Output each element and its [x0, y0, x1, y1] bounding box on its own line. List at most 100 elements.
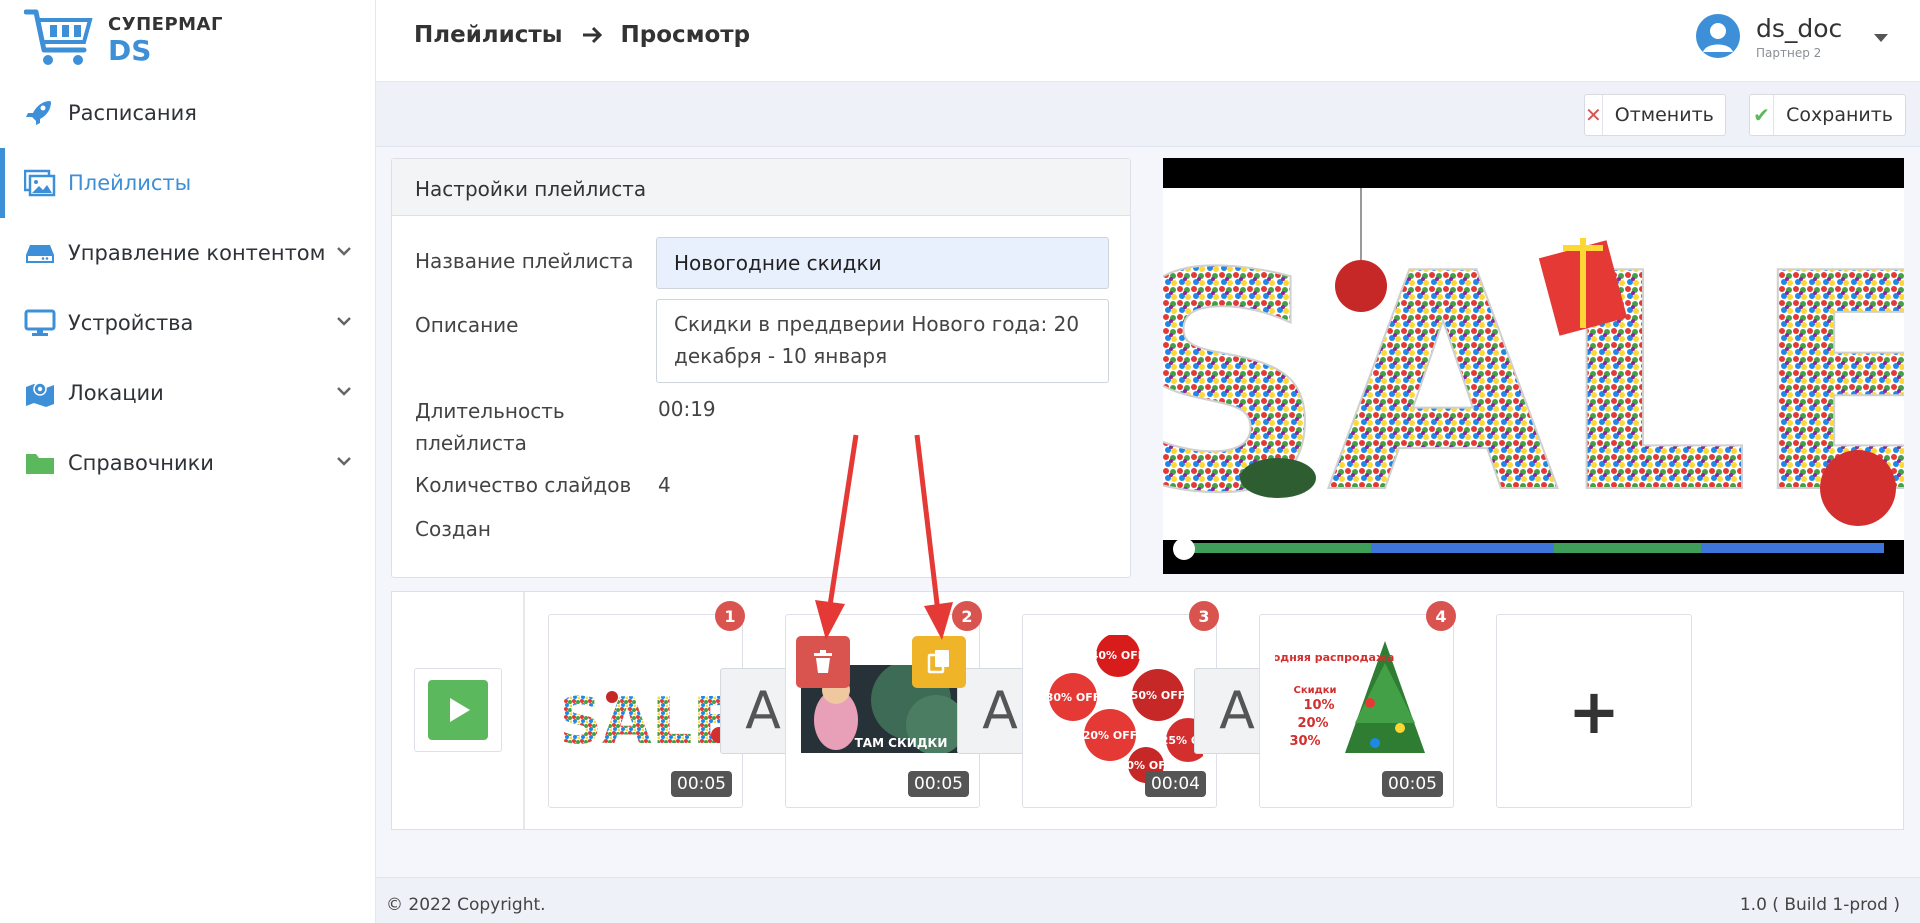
sidebar-item-locations[interactable]: Локации: [0, 358, 376, 428]
play-button[interactable]: [414, 668, 502, 752]
slide-number-badge: 3: [1189, 601, 1219, 631]
cart-logo-icon: [24, 9, 93, 65]
monitor-icon: [24, 309, 56, 336]
folder-icon: [26, 454, 54, 474]
slide-duration: 00:05: [671, 771, 732, 797]
slide-number-badge: 1: [715, 601, 745, 631]
slides-strip: SALE 1 00:05 A ТАМ СКИДКИ 2 00:05 A 40% …: [391, 591, 1904, 830]
sidebar-item-content-management[interactable]: Управление контентом: [0, 218, 376, 288]
timeline-segment: [1700, 543, 1885, 553]
arrow-right-icon: [582, 26, 602, 44]
svg-text:40% OFF: 40% OFF: [1091, 649, 1146, 662]
slide-preview-player[interactable]: SALE: [1163, 158, 1904, 574]
slide-4-discount-1: 10%: [1303, 698, 1334, 713]
slide-card[interactable]: Новогодняя распродажа Скидки 10% 20% 30%…: [1259, 601, 1456, 808]
sidebar-item-label: Управление контентом: [68, 241, 326, 265]
panel-title: Настройки плейлиста: [392, 159, 1130, 216]
map-icon: [26, 382, 54, 407]
name-label: Название плейлиста: [415, 249, 634, 273]
caret-down-icon[interactable]: [1874, 34, 1888, 42]
slide-card[interactable]: SALE 1 00:05: [548, 601, 745, 808]
slide-duration: 00:05: [908, 771, 969, 797]
duration-label-line1: Длительность: [415, 399, 565, 423]
breadcrumb: Плейлисты Просмотр: [414, 22, 750, 48]
playlist-settings-panel: Настройки плейлиста Название плейлиста Н…: [391, 158, 1131, 578]
copy-slide-button[interactable]: [912, 636, 966, 688]
breadcrumb-view: Просмотр: [620, 22, 751, 48]
footer: © 2022 Copyright. 1.0 ( Build 1-prod ): [376, 877, 1920, 923]
user-role: Партнер 2: [1756, 46, 1822, 60]
slide-4-title: Новогодняя распродажа: [1275, 651, 1394, 664]
top-header: Плейлисты Просмотр ds_doc Партнер 2: [376, 0, 1920, 82]
slide-4-discount-2: 20%: [1297, 716, 1328, 731]
slide-4-subtitle: Скидки: [1293, 685, 1336, 696]
duration-value: 00:19: [658, 397, 716, 421]
user-name: ds_doc: [1756, 14, 1843, 43]
created-label: Создан: [415, 517, 491, 541]
breadcrumb-playlists[interactable]: Плейлисты: [414, 22, 563, 48]
svg-text:30% OFF: 30% OFF: [1046, 691, 1101, 704]
slides-count-value: 4: [658, 473, 671, 497]
sidebar-item-label: Справочники: [68, 451, 214, 475]
sidebar-item-label: Локации: [68, 381, 164, 405]
avatar: [1696, 14, 1740, 58]
add-slide-button[interactable]: +: [1496, 614, 1692, 808]
version-text: 1.0 ( Build 1-prod ): [1739, 895, 1900, 915]
action-toolbar: ✕ Отменить ✔ Сохранить: [376, 82, 1920, 147]
rocket-icon: [26, 101, 51, 125]
user-menu[interactable]: ds_doc Партнер 2: [1696, 12, 1896, 68]
chevron-down-icon: [337, 317, 351, 326]
sidebar-item-schedules[interactable]: Расписания: [0, 78, 376, 148]
strip-divider: [523, 592, 525, 829]
sidebar-item-playlists[interactable]: Плейлисты: [0, 148, 376, 218]
save-label: Сохранить: [1786, 104, 1893, 126]
slide-card[interactable]: 40% OFF 30% OFF 50% OFF 20% OFF 25% OFF …: [1022, 601, 1219, 808]
cancel-button[interactable]: ✕ Отменить: [1584, 94, 1726, 136]
copy-icon: [927, 650, 949, 674]
close-icon: ✕: [1585, 95, 1603, 135]
sidebar-item-label: Расписания: [68, 101, 197, 125]
cancel-label: Отменить: [1614, 104, 1714, 126]
delete-slide-button[interactable]: [796, 636, 850, 688]
user-icon: [1703, 23, 1733, 52]
slide-thumbnail: 40% OFF 30% OFF 50% OFF 20% OFF 25% OFF …: [1038, 635, 1203, 785]
sidebar: СУПЕРМАГ DS Расписания Плейлисты Управле…: [0, 0, 376, 923]
description-label: Описание: [415, 313, 519, 337]
play-icon: [428, 680, 488, 740]
timeline-segment: [1370, 543, 1555, 553]
slide-duration: 00:05: [1382, 771, 1443, 797]
slide-1-preview-text: SALE: [564, 685, 729, 759]
sale-preview-graphic: SALE: [1163, 188, 1904, 560]
sidebar-item-label: Плейлисты: [68, 171, 192, 195]
chevron-down-icon: [337, 387, 351, 396]
chevron-down-icon: [337, 457, 351, 466]
sidebar-item-label: Устройства: [68, 311, 194, 335]
sidebar-item-references[interactable]: Справочники: [0, 428, 376, 498]
sidebar-item-devices[interactable]: Устройства: [0, 288, 376, 358]
slide-number-badge: 4: [1426, 601, 1456, 631]
duration-label-line2: плейлиста: [415, 431, 527, 455]
trash-icon: [814, 650, 832, 673]
timeline-seek-handle[interactable]: [1173, 538, 1195, 560]
copyright-text: © 2022 Copyright.: [386, 895, 546, 915]
slide-4-discount-3: 30%: [1289, 734, 1320, 749]
playlist-name-input[interactable]: Новогодние скидки: [656, 237, 1109, 289]
svg-text:50% OFF: 50% OFF: [1131, 689, 1186, 702]
preview-image: SALE: [1163, 188, 1904, 560]
svg-text:20% OFF: 20% OFF: [1083, 729, 1138, 742]
save-button[interactable]: ✔ Сохранить: [1749, 94, 1906, 136]
sidebar-nav: Расписания Плейлисты Управление контенто…: [0, 78, 376, 498]
drive-icon: [26, 245, 54, 263]
logo-title: СУПЕРМАГ: [108, 14, 223, 35]
slide-thumbnail: SALE: [564, 635, 729, 785]
timeline-segment: [1187, 543, 1371, 553]
timeline-segment: [1554, 543, 1701, 553]
slides-count-label: Количество слайдов: [415, 473, 632, 497]
slide-thumbnail: Новогодняя распродажа Скидки 10% 20% 30%: [1275, 633, 1440, 783]
description-textarea[interactable]: Скидки в преддверии Нового года: 20 дека…: [656, 299, 1109, 383]
slide-number-badge: 2: [952, 601, 982, 631]
slide-duration: 00:04: [1145, 771, 1206, 797]
playlist-timeline[interactable]: [1187, 543, 1885, 553]
check-icon: ✔: [1750, 95, 1775, 135]
app-logo[interactable]: СУПЕРМАГ DS: [24, 8, 224, 68]
